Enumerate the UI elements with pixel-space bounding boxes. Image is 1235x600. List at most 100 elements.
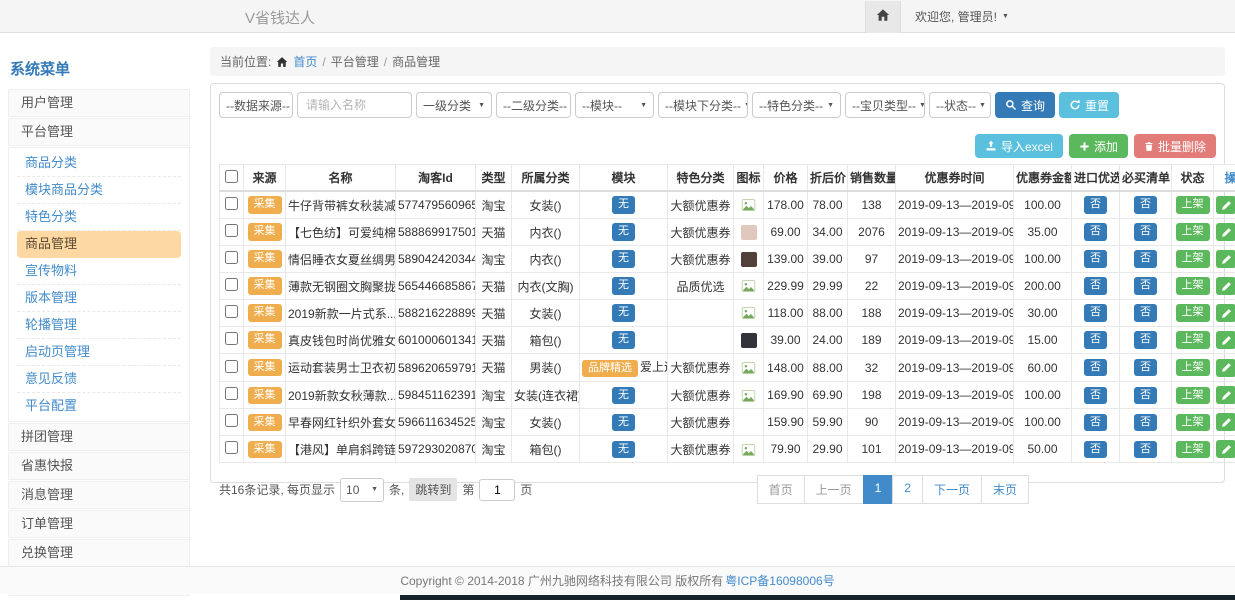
batch-delete-button[interactable]: 批量删除: [1134, 134, 1216, 158]
add-button[interactable]: 添加: [1069, 134, 1128, 158]
edit-button[interactable]: [1216, 359, 1235, 377]
filter-select[interactable]: --宝贝类型--▼: [845, 92, 925, 118]
status-badge[interactable]: 上架: [1176, 304, 1210, 321]
row-checkbox[interactable]: [225, 224, 238, 237]
status-badge[interactable]: 上架: [1176, 359, 1210, 376]
filter-select[interactable]: --模块下分类--▼: [658, 92, 748, 118]
sidebar-subitem[interactable]: 商品分类: [17, 150, 181, 177]
must-buy-badge[interactable]: 否: [1134, 304, 1157, 321]
edit-button[interactable]: [1216, 277, 1235, 295]
row-checkbox[interactable]: [225, 278, 238, 291]
edit-button[interactable]: [1216, 250, 1235, 268]
status-badge[interactable]: 上架: [1176, 223, 1210, 240]
edit-button[interactable]: [1216, 413, 1235, 431]
sidebar-subitem[interactable]: 宣传物料: [17, 258, 181, 285]
must-buy-badge[interactable]: 否: [1134, 250, 1157, 267]
import-select-badge[interactable]: 否: [1084, 441, 1107, 458]
row-checkbox[interactable]: [225, 360, 238, 373]
page-button[interactable]: 下一页: [922, 475, 982, 504]
page-size-select[interactable]: 10 ▼: [340, 478, 384, 502]
filter-select[interactable]: --二级分类--▼: [496, 92, 571, 118]
import-select-badge[interactable]: 否: [1084, 277, 1107, 294]
row-checkbox[interactable]: [225, 305, 238, 318]
sidebar-subitem[interactable]: 模块商品分类: [17, 177, 181, 204]
must-buy-badge[interactable]: 否: [1134, 387, 1157, 404]
sidebar-item[interactable]: 用户管理: [8, 89, 190, 117]
page-number-input[interactable]: [479, 479, 515, 501]
filter-select[interactable]: --状态--▼: [929, 92, 991, 118]
import-excel-button[interactable]: 导入excel: [975, 134, 1063, 158]
must-buy-badge[interactable]: 否: [1134, 331, 1157, 348]
import-select-badge[interactable]: 否: [1084, 223, 1107, 240]
row-checkbox[interactable]: [225, 387, 238, 400]
must-buy-badge[interactable]: 否: [1134, 277, 1157, 294]
filter-select[interactable]: --模块--▼: [575, 92, 654, 118]
edit-button[interactable]: [1216, 196, 1235, 214]
sidebar-item[interactable]: 省惠快报: [8, 452, 190, 480]
row-checkbox[interactable]: [225, 197, 238, 210]
sidebar-item[interactable]: 消息管理: [8, 481, 190, 509]
sidebar-subitem[interactable]: 特色分类: [17, 204, 181, 231]
edit-button[interactable]: [1216, 304, 1235, 322]
sidebar-item[interactable]: 拼团管理: [8, 423, 190, 451]
row-checkbox[interactable]: [225, 414, 238, 427]
page-button[interactable]: 上一页: [804, 475, 864, 504]
home-button[interactable]: [865, 1, 901, 33]
sidebar-subitem[interactable]: 平台配置: [17, 393, 181, 419]
import-select-badge[interactable]: 否: [1084, 250, 1107, 267]
import-select-badge[interactable]: 否: [1084, 304, 1107, 321]
import-select-badge[interactable]: 否: [1084, 387, 1107, 404]
sidebar-subitem[interactable]: 启动页管理: [17, 339, 181, 366]
taoke-id-cell: 596611634525: [396, 409, 476, 436]
sidebar-item[interactable]: 订单管理: [8, 510, 190, 538]
import-select-badge[interactable]: 否: [1084, 196, 1107, 213]
must-buy-badge[interactable]: 否: [1134, 441, 1157, 458]
page-button[interactable]: 1: [863, 475, 894, 504]
filter-select-source[interactable]: --数据来源-- ▼: [219, 92, 293, 118]
search-button[interactable]: 查询: [995, 92, 1055, 118]
select-all-checkbox[interactable]: [225, 170, 238, 183]
must-buy-badge[interactable]: 否: [1134, 359, 1157, 376]
sidebar-subitem[interactable]: 商品管理: [17, 231, 181, 258]
user-menu[interactable]: 欢迎您, 管理员! ▼: [915, 8, 1009, 25]
import-select-badge[interactable]: 否: [1084, 359, 1107, 376]
sidebar-item[interactable]: 兑换管理: [8, 539, 190, 567]
reset-button[interactable]: 重置: [1059, 92, 1119, 118]
page-button[interactable]: 末页: [981, 475, 1029, 504]
source-cell: 采集: [244, 300, 286, 327]
filter-select-label: --状态--: [936, 97, 976, 114]
name-filter-input[interactable]: [297, 92, 412, 118]
jump-button[interactable]: 跳转到: [409, 478, 457, 501]
edit-button[interactable]: [1216, 331, 1235, 349]
status-badge[interactable]: 上架: [1176, 331, 1210, 348]
status-badge[interactable]: 上架: [1176, 196, 1210, 213]
status-badge[interactable]: 上架: [1176, 250, 1210, 267]
row-checkbox[interactable]: [225, 332, 238, 345]
filter-select[interactable]: --特色分类--▼: [752, 92, 841, 118]
edit-button[interactable]: [1216, 386, 1235, 404]
row-checkbox[interactable]: [225, 441, 238, 454]
status-badge[interactable]: 上架: [1176, 277, 1210, 294]
filter-select[interactable]: 一级分类▼: [416, 92, 492, 118]
must-buy-badge[interactable]: 否: [1134, 223, 1157, 240]
sidebar-subitem[interactable]: 轮播管理: [17, 312, 181, 339]
breadcrumb-home-link[interactable]: 首页: [293, 53, 317, 70]
sidebar-subitem[interactable]: 版本管理: [17, 285, 181, 312]
must-buy-badge[interactable]: 否: [1134, 196, 1157, 213]
discount-price-cell: 29.99: [808, 273, 848, 300]
sidebar-subitem[interactable]: 意见反馈: [17, 366, 181, 393]
row-checkbox[interactable]: [225, 251, 238, 264]
sidebar-item[interactable]: 平台管理: [8, 118, 190, 146]
edit-button[interactable]: [1216, 223, 1235, 241]
status-badge[interactable]: 上架: [1176, 387, 1210, 404]
must-buy-badge[interactable]: 否: [1134, 414, 1157, 431]
feature-cell: 大额优惠券: [668, 191, 734, 219]
page-button[interactable]: 2: [892, 475, 923, 504]
import-select-badge[interactable]: 否: [1084, 331, 1107, 348]
page-button[interactable]: 首页: [757, 475, 805, 504]
status-badge[interactable]: 上架: [1176, 441, 1210, 458]
status-badge[interactable]: 上架: [1176, 414, 1210, 431]
edit-button[interactable]: [1216, 440, 1235, 458]
import-select-badge[interactable]: 否: [1084, 414, 1107, 431]
icp-link[interactable]: 粤ICP备16098006号: [725, 572, 834, 589]
